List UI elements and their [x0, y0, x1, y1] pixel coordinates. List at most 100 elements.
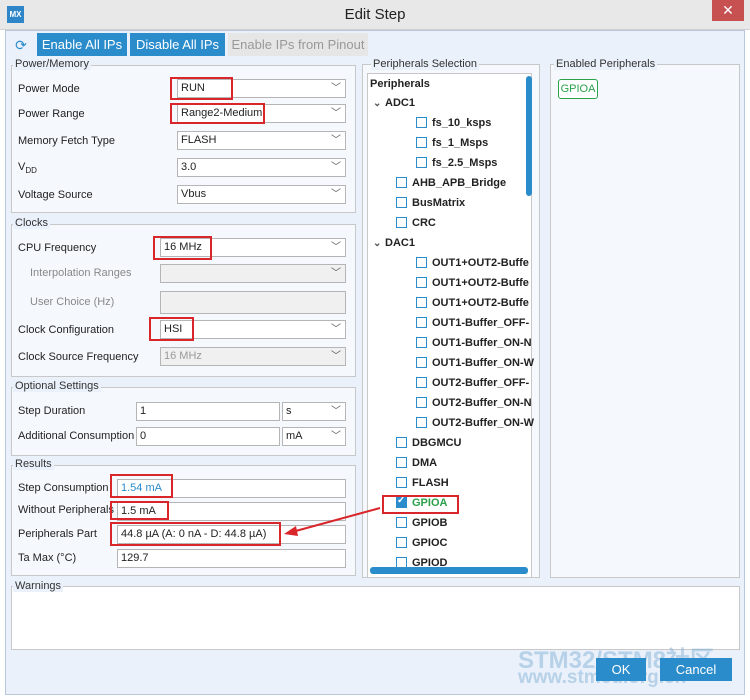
tree-item-label: OUT2-Buffer_ON-W [432, 417, 535, 429]
enabled-peripherals-group [550, 64, 740, 578]
vdd-select[interactable]: 3.0 ﹀ [177, 158, 346, 177]
tree-item-dac1[interactable]: ⌄ DAC1 [373, 237, 415, 257]
checkbox-icon[interactable] [416, 136, 427, 148]
step-duration-input[interactable]: 1 [136, 402, 280, 421]
peripherals-tree-header: Peripherals [370, 78, 430, 90]
tree-item-gpioc[interactable]: GPIOC [396, 536, 448, 557]
checkbox-icon[interactable] [396, 556, 407, 568]
checkbox-icon[interactable] [396, 456, 407, 468]
tree-item-label: OUT1-Buffer_OFF- [432, 317, 530, 329]
clocks-title: Clocks [13, 217, 51, 229]
checkbox-icon[interactable] [396, 536, 407, 548]
disable-all-ips-button[interactable]: Disable All IPs [130, 33, 225, 56]
vertical-scrollbar[interactable] [526, 76, 532, 196]
refresh-icon[interactable]: ⟳ [10, 34, 32, 56]
additional-consumption-unit-select[interactable]: mA ﹀ [282, 427, 346, 446]
tree-item-label: DMA [412, 457, 438, 469]
tree-item-label: OUT1+OUT2-Buffe [432, 297, 529, 309]
checkbox-icon[interactable] [416, 416, 427, 428]
tree-item-label: OUT1+OUT2-Buffe [432, 257, 529, 269]
checkbox-icon[interactable] [396, 436, 407, 448]
tree-item-fs-10-ksps[interactable]: fs_10_ksps [416, 116, 492, 137]
clock-configuration-label: Clock Configuration [18, 324, 114, 336]
tree-item-label: GPIOC [412, 537, 448, 549]
tree-item-out1-out2-buffe[interactable]: OUT1+OUT2-Buffe [416, 296, 529, 317]
cancel-button[interactable]: Cancel [660, 658, 732, 681]
checkbox-icon[interactable] [416, 356, 427, 368]
memory-fetch-select[interactable]: FLASH ﹀ [177, 131, 346, 150]
tree-item-adc1[interactable]: ⌄ ADC1 [373, 97, 415, 117]
cpu-frequency-label: CPU Frequency [18, 242, 97, 254]
tree-item-out1-out2-buffe[interactable]: OUT1+OUT2-Buffe [416, 276, 529, 297]
checkbox-icon[interactable] [416, 316, 427, 328]
checkbox-icon[interactable] [416, 116, 427, 128]
tree-item-out1-out2-buffe[interactable]: OUT1+OUT2-Buffe [416, 256, 529, 277]
tree-item-dbgmcu[interactable]: DBGMCU [396, 436, 462, 457]
chevron-down-icon: ﹀ [331, 108, 341, 119]
tree-item-out2-buffer-on-w[interactable]: OUT2-Buffer_ON-W [416, 416, 535, 437]
tree-item-label: OUT2-Buffer_OFF- [432, 377, 530, 389]
power-memory-title: Power/Memory [13, 58, 91, 70]
voltage-source-select[interactable]: Vbus ﹀ [177, 185, 346, 204]
tree-item-label: fs_10_ksps [432, 117, 492, 129]
tree-item-dma[interactable]: DMA [396, 456, 438, 477]
enabled-peripheral-chip[interactable]: GPIOA [558, 79, 598, 99]
checkbox-icon[interactable] [416, 336, 427, 348]
window-title: Edit Step [344, 6, 406, 23]
tree-item-out1-buffer-on-n[interactable]: OUT1-Buffer_ON-N [416, 336, 532, 357]
tree-item-fs-2-5-msps[interactable]: fs_2.5_Msps [416, 156, 498, 177]
step-duration-unit-select[interactable]: s ﹀ [282, 402, 346, 421]
chevron-down-icon: ﹀ [331, 406, 341, 417]
tree-item-out2-buffer-off[interactable]: OUT2-Buffer_OFF- [416, 376, 530, 397]
ta-max-value: 129.7 [117, 549, 346, 568]
tree-item-busmatrix[interactable]: BusMatrix [396, 196, 465, 217]
tree-item-crc[interactable]: CRC [396, 216, 436, 237]
tree-item-label: fs_1_Msps [432, 137, 489, 149]
user-choice-input[interactable] [160, 291, 346, 314]
checkbox-icon[interactable] [416, 276, 427, 288]
tree-item-gpiob[interactable]: GPIOB [396, 516, 447, 537]
interpolation-ranges-label: Interpolation Ranges [30, 267, 132, 279]
collapse-icon[interactable]: ⌄ [373, 238, 385, 249]
power-range-label: Power Range [18, 108, 85, 120]
checkbox-icon[interactable] [396, 516, 407, 528]
tree-item-label: fs_2.5_Msps [432, 157, 498, 169]
collapse-icon[interactable]: ⌄ [373, 98, 385, 109]
tree-item-fs-1-msps[interactable]: fs_1_Msps [416, 136, 489, 157]
checkbox-icon[interactable] [416, 256, 427, 268]
highlight-box [110, 501, 169, 520]
step-consumption-label: Step Consumption [18, 482, 109, 494]
horizontal-scrollbar[interactable] [370, 567, 528, 574]
chevron-down-icon: ﹀ [331, 83, 341, 94]
additional-consumption-input[interactable]: 0 [136, 427, 280, 446]
chevron-down-icon: ﹀ [331, 268, 341, 279]
highlight-box [153, 236, 212, 260]
interpolation-ranges-select[interactable]: ﹀ [160, 264, 346, 283]
power-mode-label: Power Mode [18, 83, 80, 95]
checkbox-icon[interactable] [396, 216, 407, 228]
tree-item-label: CRC [412, 217, 436, 229]
tree-item-out1-buffer-off[interactable]: OUT1-Buffer_OFF- [416, 316, 530, 337]
checkbox-icon[interactable] [416, 396, 427, 408]
enable-all-ips-button[interactable]: Enable All IPs [37, 33, 127, 56]
clock-source-frequency-select[interactable]: 16 MHz ﹀ [160, 347, 346, 366]
tree-item-ahb-apb-bridge[interactable]: AHB_APB_Bridge [396, 176, 506, 197]
highlight-box [110, 474, 173, 498]
checkbox-icon[interactable] [396, 176, 407, 188]
ok-button[interactable]: OK [596, 658, 646, 681]
checkbox-icon[interactable] [416, 296, 427, 308]
tree-item-out1-buffer-on-w[interactable]: OUT1-Buffer_ON-W [416, 356, 534, 377]
highlight-box [110, 522, 281, 546]
tree-item-label: OUT1-Buffer_ON-N [432, 337, 532, 349]
checkbox-icon[interactable] [396, 196, 407, 208]
checkbox-icon[interactable] [396, 476, 407, 488]
checkbox-icon[interactable] [416, 376, 427, 388]
voltage-source-label: Voltage Source [18, 189, 93, 201]
chevron-down-icon: ﹀ [331, 189, 341, 200]
memory-fetch-label: Memory Fetch Type [18, 135, 115, 147]
tree-item-out2-buffer-on-n[interactable]: OUT2-Buffer_ON-N [416, 396, 532, 417]
enable-ips-from-pinout-button[interactable]: Enable IPs from Pinout [228, 33, 368, 56]
checkbox-icon[interactable] [416, 156, 427, 168]
highlight-box [382, 495, 459, 514]
close-button[interactable]: ✕ [712, 0, 744, 21]
